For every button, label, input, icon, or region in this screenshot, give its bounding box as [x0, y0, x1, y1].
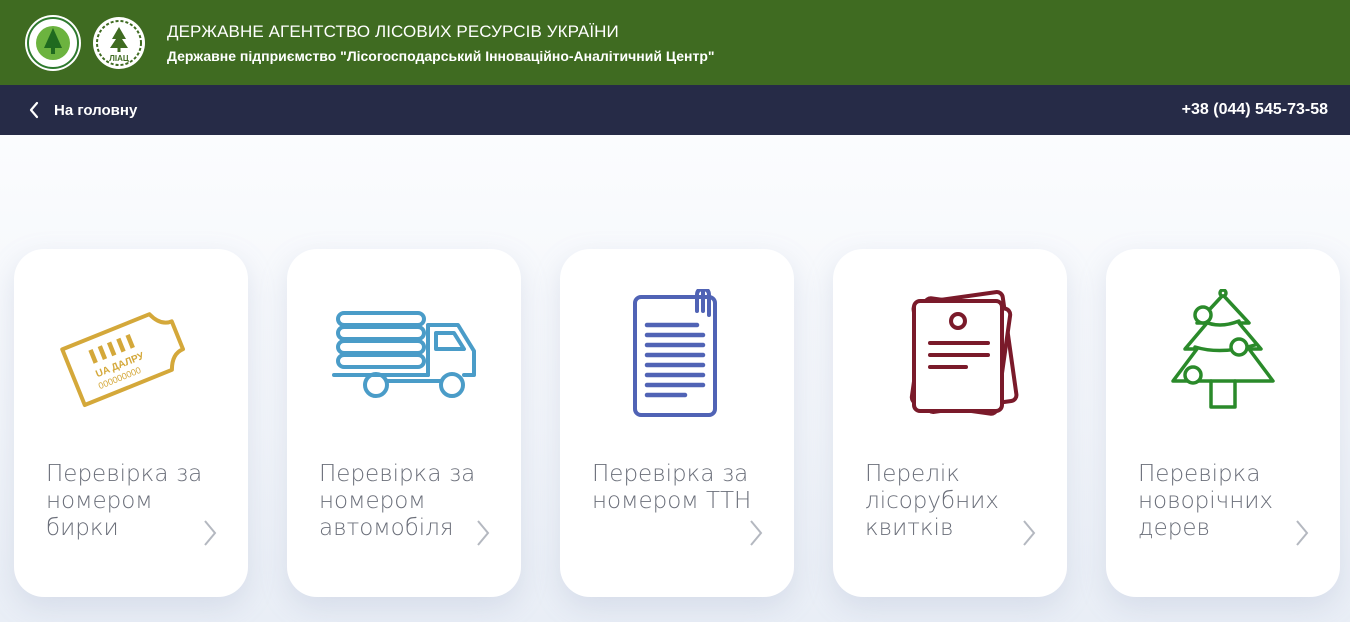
christmas-tree-icon [1171, 289, 1275, 409]
liac-logo-text: ЛІАЦ [109, 54, 129, 63]
card-label: Перевірка за номером автомобіля [319, 461, 476, 541]
chevron-right-icon [750, 520, 763, 546]
navigation-bar: На головну +38 (044) 545-73-58 [0, 85, 1350, 135]
truck-icon [332, 311, 476, 398]
tag-icon: UA ДАЛРУ 000000000 [60, 312, 185, 408]
card-logging-tickets[interactable]: Перелік лісорубних квитків [833, 249, 1067, 597]
agency-logo[interactable] [25, 14, 81, 71]
chevron-right-icon [1296, 520, 1309, 546]
chevron-right-icon [477, 520, 490, 546]
chevron-right-icon [204, 520, 217, 546]
card-label: Перевірка за номером ТТН [592, 461, 752, 514]
card-check-vehicle[interactable]: Перевірка за номером автомобіля [287, 249, 521, 597]
main-content: UA ДАЛРУ 000000000 Перевірка за номером … [0, 135, 1350, 622]
enterprise-subtitle: Державне підприємство "Лісогосподарський… [167, 47, 715, 64]
card-label: Перевірка за номером бирки [46, 461, 203, 541]
card-check-ttn[interactable]: Перевірка за номером ТТН [560, 249, 794, 597]
card-new-year-trees[interactable]: Перевірка новорічних дерев [1106, 249, 1340, 597]
back-to-home-link[interactable]: На головну [28, 101, 137, 119]
liac-logo[interactable]: ЛІАЦ [91, 15, 147, 71]
document-icon [633, 289, 717, 417]
card-label: Перевірка новорічних дерев [1138, 461, 1274, 541]
phone-number[interactable]: +38 (044) 545-73-58 [1182, 101, 1328, 119]
back-label: На головну [54, 101, 138, 119]
tickets-icon [909, 290, 1019, 416]
chevron-right-icon [1023, 520, 1036, 546]
chevron-left-icon [29, 101, 39, 119]
card-check-tag[interactable]: UA ДАЛРУ 000000000 Перевірка за номером … [14, 249, 248, 597]
agency-title: ДЕРЖАВНЕ АГЕНТСТВО ЛІСОВИХ РЕСУРСІВ УКРА… [167, 21, 619, 41]
top-header: ЛІАЦ ДЕРЖАВНЕ АГЕНТСТВО ЛІСОВИХ РЕСУРСІВ… [0, 0, 1350, 85]
card-label: Перелік лісорубних квитків [865, 461, 999, 541]
